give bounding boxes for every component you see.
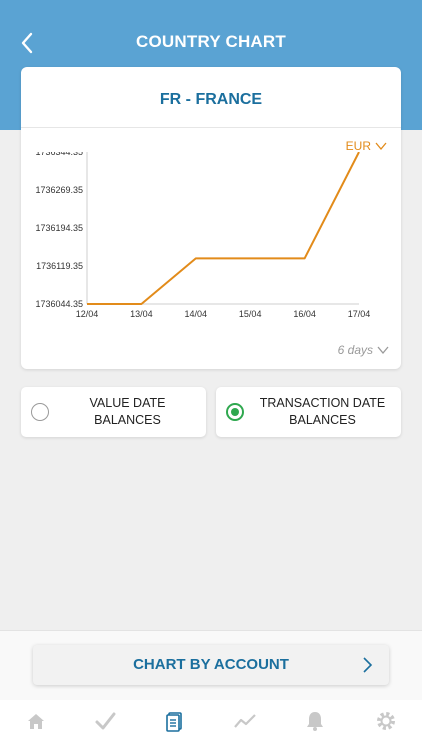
gear-icon xyxy=(377,712,395,730)
check-icon xyxy=(95,712,116,730)
y-tick-label: 1736044.35 xyxy=(35,299,83,309)
tab-approvals[interactable] xyxy=(93,710,117,732)
tab-reports[interactable] xyxy=(163,710,187,732)
transaction-date-balances-option[interactable]: TRANSACTION DATE BALANCES xyxy=(216,387,401,437)
series-line xyxy=(87,152,360,305)
chart-by-account-button[interactable]: CHART BY ACCOUNT xyxy=(33,645,389,685)
document-icon xyxy=(166,712,182,732)
x-tick-label: 16/04 xyxy=(293,309,316,319)
y-tick-labels: 1736344.35 1736269.35 1736194.35 1736119.35… xyxy=(35,152,83,309)
y-tick-label: 1736344.35 xyxy=(35,152,83,157)
tab-charts[interactable] xyxy=(233,710,257,732)
period-label: 6 days xyxy=(337,343,373,357)
radio-unselected[interactable] xyxy=(31,403,49,421)
tab-settings[interactable] xyxy=(374,710,398,732)
tab-bar xyxy=(0,700,422,750)
x-tick-label: 12/04 xyxy=(76,309,99,319)
home-icon xyxy=(28,714,44,729)
period-selector[interactable]: 6 days xyxy=(338,343,389,357)
y-tick-label: 1736119.35 xyxy=(36,261,83,271)
balance-line-chart: 1736344.35 1736269.35 1736194.35 1736119.35… xyxy=(35,152,371,319)
trend-icon xyxy=(234,714,256,728)
chevron-down-icon xyxy=(377,346,389,354)
tab-home[interactable] xyxy=(24,710,48,732)
chart-by-account-label: CHART BY ACCOUNT xyxy=(133,656,289,673)
radio-selected[interactable] xyxy=(226,403,244,421)
chevron-right-icon xyxy=(363,657,373,673)
x-tick-label: 14/04 xyxy=(185,309,208,319)
divider xyxy=(21,127,401,128)
x-tick-label: 17/04 xyxy=(348,309,371,319)
chevron-down-icon xyxy=(375,142,387,150)
chart-card: FR - FRANCE EUR 1736344.35 1736269.35 1736… xyxy=(21,67,401,369)
value-date-label: VALUE DATE BALANCES xyxy=(89,396,166,427)
value-date-balances-option[interactable]: VALUE DATE BALANCES xyxy=(21,387,206,437)
currency-selector[interactable]: EUR xyxy=(346,139,387,153)
y-tick-label: 1736269.35 xyxy=(35,185,83,195)
page-title: COUNTRY CHART xyxy=(136,32,286,51)
x-tick-labels: 12/04 13/04 14/04 15/04 16/04 17/04 xyxy=(76,309,371,319)
x-tick-label: 13/04 xyxy=(130,309,153,319)
x-tick-label: 15/04 xyxy=(239,309,262,319)
bell-icon xyxy=(307,712,323,731)
currency-label: EUR xyxy=(345,139,371,153)
y-tick-label: 1736194.35 xyxy=(35,223,83,233)
transaction-date-label: TRANSACTION DATE BALANCES xyxy=(259,396,386,427)
country-title: FR - FRANCE xyxy=(159,91,263,108)
tab-notifications[interactable] xyxy=(303,710,327,732)
